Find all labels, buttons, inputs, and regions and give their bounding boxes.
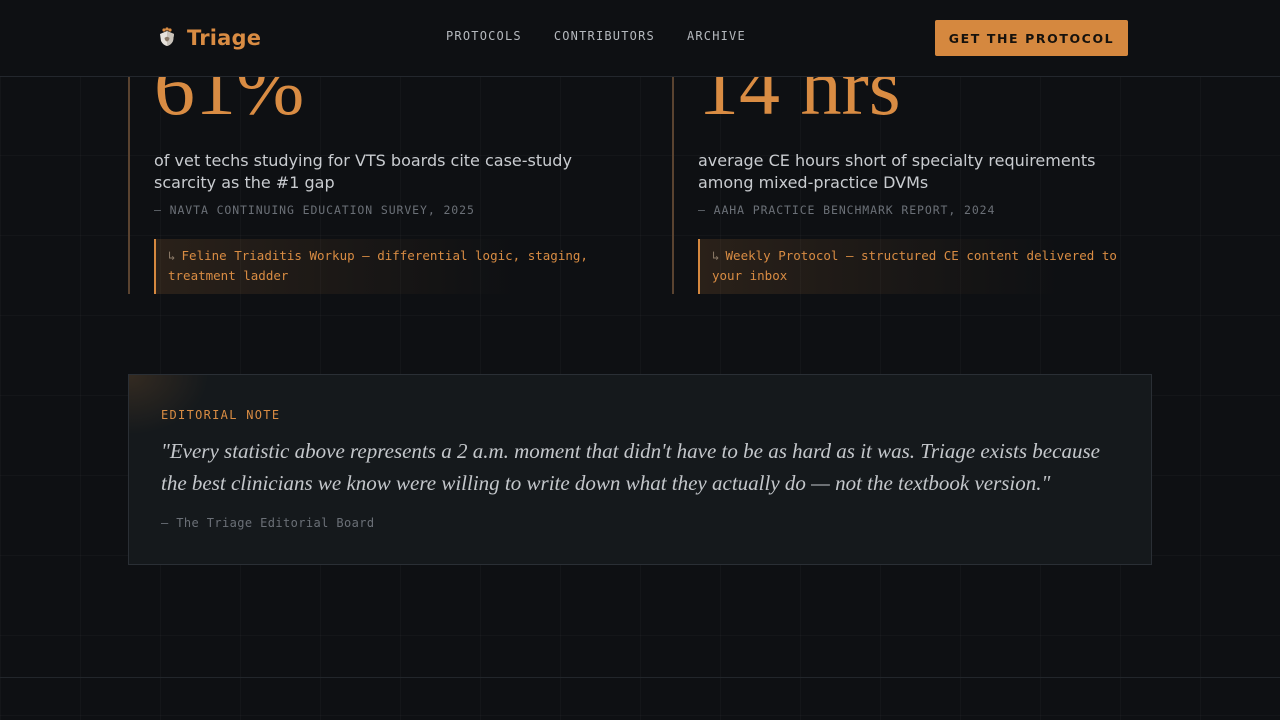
stat-link-text: Feline Triaditis Workup — differential l…: [168, 248, 588, 283]
stat-description: of vet techs studying for VTS boards cit…: [154, 151, 572, 192]
stat-card-ce-hours: 14 hrs average CE hours short of special…: [672, 40, 1152, 294]
editorial-quote: "Every statistic above represents a 2 a.…: [161, 439, 1100, 495]
stat-link-text: Weekly Protocol — structured CE content …: [712, 248, 1117, 283]
nav-contributors[interactable]: CONTRIBUTORS: [554, 29, 655, 43]
stat-description: average CE hours short of specialty requ…: [698, 151, 1096, 192]
site-header: Triage PROTOCOLS CONTRIBUTORS ARCHIVE GE…: [0, 0, 1280, 77]
return-arrow-icon: ↳: [712, 248, 720, 263]
nav-archive[interactable]: ARCHIVE: [687, 29, 746, 43]
brand-name: Triage: [187, 26, 262, 50]
footer-divider: [0, 677, 1280, 678]
get-the-protocol-button[interactable]: GET THE PROTOCOL: [935, 20, 1128, 56]
return-arrow-icon: ↳: [168, 248, 176, 263]
nav-protocols[interactable]: PROTOCOLS: [446, 29, 522, 43]
brand-logo-link[interactable]: Triage: [155, 24, 261, 52]
feline-triaditis-workup-link[interactable]: ↳ Feline Triaditis Workup — differential …: [154, 239, 608, 294]
weekly-protocol-link[interactable]: ↳ Weekly Protocol — structured CE content…: [698, 239, 1152, 294]
stat-card-case-study-gap: 61% of vet techs studying for VTS boards…: [128, 40, 608, 294]
paw-shield-icon: [155, 26, 179, 50]
editorial-attribution: — The Triage Editorial Board: [161, 516, 375, 530]
main-nav: PROTOCOLS CONTRIBUTORS ARCHIVE: [446, 29, 746, 43]
editorial-note-label: EDITORIAL NOTE: [161, 408, 281, 422]
stat-source: — NAVTA CONTINUING EDUCATION SURVEY, 202…: [154, 203, 475, 217]
stat-source: — AAHA PRACTICE BENCHMARK REPORT, 2024: [698, 203, 996, 217]
editorial-note: EDITORIAL NOTE "Every statistic above re…: [128, 374, 1152, 565]
